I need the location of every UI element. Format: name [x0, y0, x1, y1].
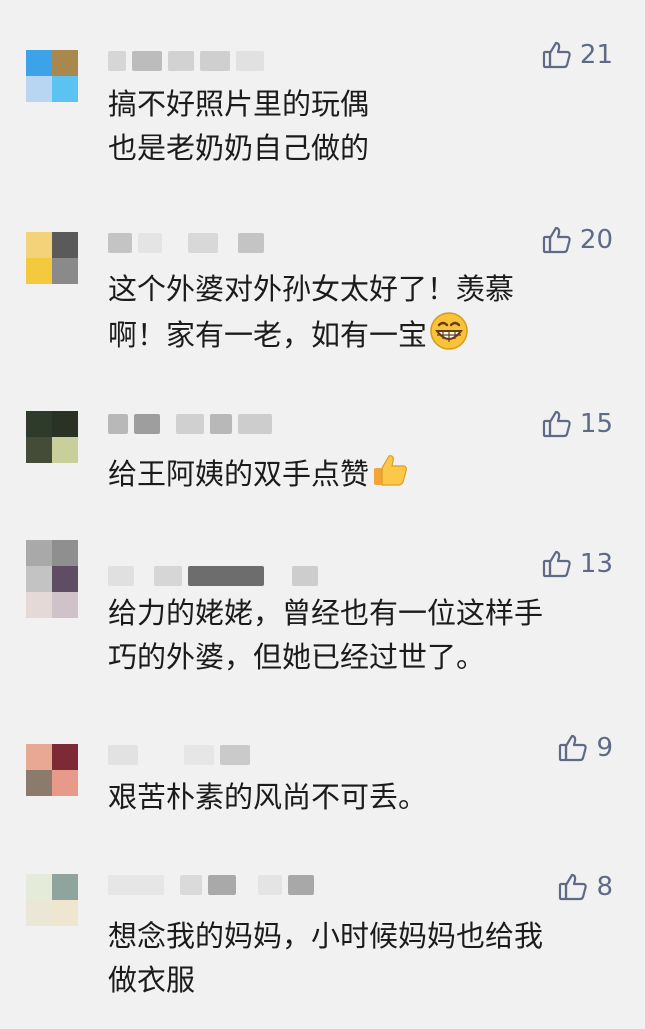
avatar-pixel	[52, 258, 78, 284]
nick-block	[108, 875, 164, 895]
thumbs-up-icon	[559, 873, 588, 901]
avatar[interactable]	[26, 50, 78, 102]
like-count: 15	[579, 409, 613, 439]
like-count: 8	[596, 872, 613, 902]
username-blurred[interactable]	[108, 50, 270, 72]
nick-block	[184, 745, 214, 765]
nick-block	[208, 875, 236, 895]
like-button[interactable]: 15	[542, 409, 613, 439]
nick-block	[210, 414, 232, 434]
nick-block	[108, 233, 132, 253]
thumbs-up-icon	[542, 41, 571, 69]
comment-text: 给力的姥姥，曾经也有一位这样手 巧的外婆，但她已经过世了。	[108, 596, 544, 674]
avatar-pixel	[26, 540, 52, 566]
like-button[interactable]: 13	[542, 549, 613, 579]
avatar-pixel	[52, 770, 78, 796]
avatar-pixel	[52, 744, 78, 770]
thumbs-up-icon	[559, 734, 588, 762]
avatar-pixel	[52, 411, 78, 437]
thumbs-up-icon	[542, 226, 571, 254]
like-button[interactable]: 9	[558, 733, 613, 763]
like-count: 21	[579, 40, 613, 70]
avatar[interactable]	[26, 232, 78, 284]
nick-block	[236, 51, 264, 71]
avatar[interactable]	[26, 874, 78, 926]
thumbs-up-icon	[542, 550, 571, 578]
avatar-pixel	[26, 232, 52, 258]
avatar[interactable]	[26, 540, 78, 618]
nick-block	[176, 414, 204, 434]
thumbs-up-icon	[542, 410, 571, 438]
avatar[interactable]	[26, 744, 78, 796]
nick-block	[238, 233, 264, 253]
username-blurred[interactable]	[108, 874, 320, 896]
grinning-face-emoji	[429, 311, 469, 363]
like-button[interactable]: 21	[542, 40, 613, 70]
nick-block	[188, 566, 264, 586]
nick-block	[258, 875, 282, 895]
avatar-pixel	[52, 540, 78, 566]
avatar-pixel	[26, 874, 52, 900]
comment-text: 搞不好照片里的玩偶 也是老奶奶自己做的	[108, 87, 370, 165]
nick-block	[188, 233, 218, 253]
comment-text-body: 给王阿姨的双手点赞	[108, 457, 370, 491]
avatar-pixel	[26, 770, 52, 796]
nick-block	[108, 414, 128, 434]
avatar-pixel	[52, 232, 78, 258]
nick-block	[134, 414, 160, 434]
username-blurred[interactable]	[108, 232, 270, 254]
avatar-pixel	[52, 900, 78, 926]
avatar-pixel	[26, 900, 52, 926]
like-count: 20	[579, 225, 613, 255]
nick-block	[200, 51, 230, 71]
nick-block	[288, 875, 314, 895]
avatar[interactable]	[26, 411, 78, 463]
nick-block	[154, 566, 182, 586]
comment-text: 艰苦朴素的风尚不可丢。	[108, 780, 428, 814]
like-button[interactable]: 20	[542, 225, 613, 255]
avatar-pixel	[26, 566, 52, 592]
comment-text: 这个外婆对外孙女太好了！羡慕 啊！家有一老，如有一宝	[108, 267, 618, 363]
username-blurred[interactable]	[108, 744, 256, 766]
nick-block	[108, 51, 126, 71]
comment-text: 想念我的妈妈，小时候妈妈也给我 做衣服	[108, 919, 544, 997]
nick-block	[292, 566, 318, 586]
nick-block	[238, 414, 272, 434]
avatar-pixel	[26, 258, 52, 284]
avatar-pixel	[52, 437, 78, 463]
nick-block	[180, 875, 202, 895]
nick-block	[132, 51, 162, 71]
like-button[interactable]: 8	[558, 872, 613, 902]
avatar-pixel	[52, 874, 78, 900]
thumbs-up-emoji	[371, 451, 409, 501]
avatar-pixel	[26, 76, 52, 102]
comment-text: 给王阿姨的双手点赞	[108, 451, 618, 501]
avatar-pixel	[26, 437, 52, 463]
nick-block	[138, 233, 162, 253]
avatar-pixel	[52, 50, 78, 76]
avatar-pixel	[26, 411, 52, 437]
avatar-pixel	[52, 566, 78, 592]
avatar-pixel	[26, 744, 52, 770]
avatar-pixel	[26, 50, 52, 76]
username-blurred[interactable]	[108, 413, 278, 435]
nick-block	[108, 566, 134, 586]
like-count: 13	[579, 549, 613, 579]
like-count: 9	[596, 733, 613, 763]
avatar-pixel	[26, 592, 52, 618]
nick-block	[168, 51, 194, 71]
avatar-pixel	[52, 76, 78, 102]
avatar-pixel	[52, 592, 78, 618]
nick-block	[220, 745, 250, 765]
username-blurred[interactable]	[108, 565, 324, 587]
nick-block	[108, 745, 138, 765]
